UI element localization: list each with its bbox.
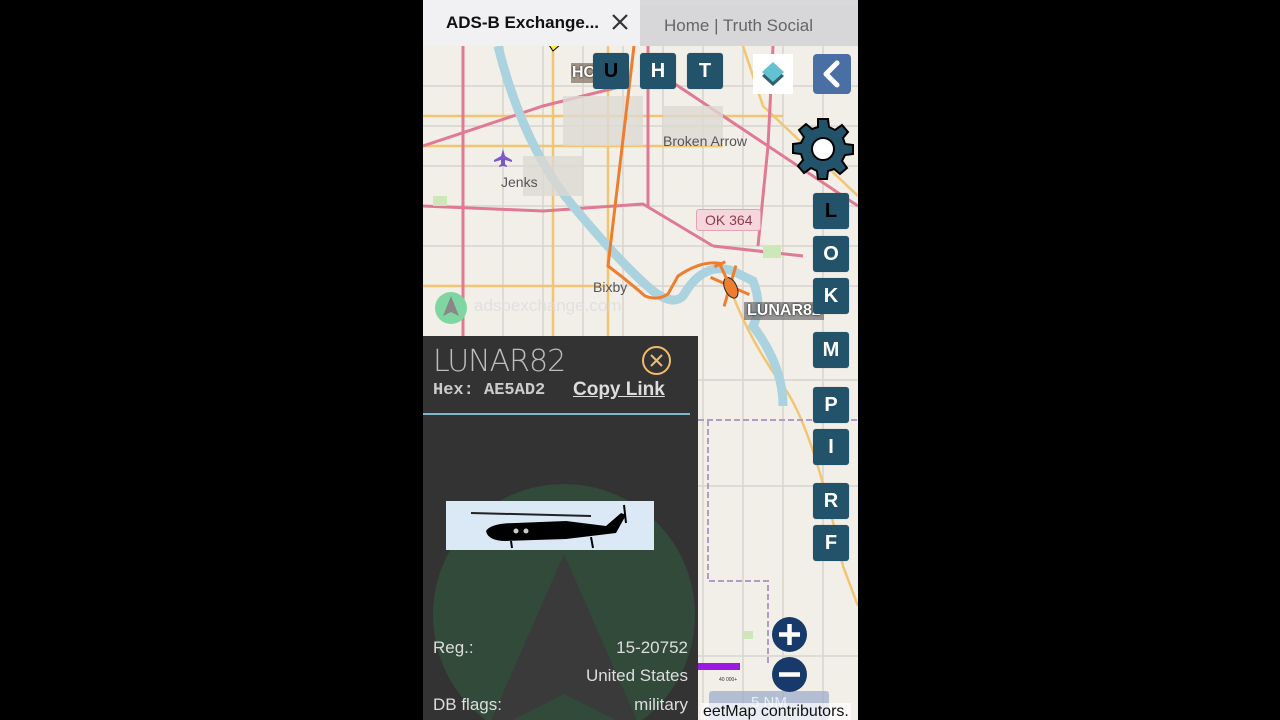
close-panel-button[interactable]	[642, 346, 671, 375]
browser-tab-bar: ADS-B Exchange... Home | Truth Social	[423, 0, 858, 46]
hex-field: Hex: AE5AD2	[433, 381, 545, 400]
road-shield-ok364: OK 364	[696, 209, 762, 231]
country-value: United States	[585, 666, 688, 685]
aircraft-info-panel: LUNAR82 Hex: AE5AD2 Copy Link Reg.: 15-2…	[423, 336, 698, 720]
layers-button[interactable]	[753, 54, 793, 94]
toggle-button-k[interactable]: K	[813, 278, 849, 314]
aircraft-photo[interactable]	[446, 501, 654, 550]
toggle-button-p[interactable]: P	[813, 387, 849, 423]
settings-button[interactable]	[790, 116, 856, 182]
db-flags-label: DB flags:	[433, 695, 502, 714]
db-flags-value: military	[634, 695, 688, 714]
hex-label: Hex:	[433, 381, 474, 400]
minus-icon	[779, 672, 800, 677]
zoom-out-button[interactable]	[772, 657, 807, 692]
phone-screen: ADS-B Exchange... Home | Truth Social Br…	[423, 0, 858, 720]
tab-truth-social[interactable]: Home | Truth Social	[640, 6, 858, 46]
altitude-legend-bar	[698, 663, 740, 670]
chevron-left-icon	[823, 60, 840, 88]
plus-icon	[779, 624, 800, 645]
aircraft-label[interactable]: LUNAR82	[744, 302, 824, 320]
copy-link-button[interactable]: Copy Link	[573, 379, 665, 401]
close-icon[interactable]	[610, 12, 630, 32]
layers-icon	[762, 62, 784, 86]
zoom-in-button[interactable]	[772, 617, 807, 652]
toggle-button-l[interactable]: L	[813, 193, 849, 229]
divider	[423, 413, 690, 415]
map-label-broken-arrow: Broken Arrow	[663, 133, 748, 149]
tab-label: ADS-B Exchange...	[446, 13, 600, 32]
altitude-legend-label: 40 000+	[719, 677, 738, 683]
helicopter-silhouette-icon	[470, 504, 627, 549]
reg-label: Reg.:	[433, 638, 474, 657]
toggle-button-h[interactable]: H	[640, 53, 676, 89]
tab-adsb-exchange[interactable]: ADS-B Exchange...	[423, 0, 640, 46]
gear-icon	[792, 118, 854, 180]
map-label-bixby: Bixby	[593, 279, 628, 295]
toggle-button-r[interactable]: R	[813, 483, 849, 519]
toggle-button-u[interactable]: U	[593, 53, 629, 89]
callsign-title: LUNAR82	[433, 344, 566, 379]
reg-value: 15-20752	[616, 638, 688, 657]
watermark: adsbexchange.com	[474, 296, 622, 315]
close-icon	[650, 354, 663, 367]
toggle-button-o[interactable]: O	[813, 236, 849, 272]
hex-value: AE5AD2	[484, 381, 546, 400]
collapse-sidebar-button[interactable]	[813, 54, 851, 94]
toggle-button-i[interactable]: I	[813, 429, 849, 465]
toggle-button-m[interactable]: M	[813, 332, 849, 368]
toggle-button-t[interactable]: T	[687, 53, 723, 89]
map-label-jenks: Jenks	[501, 174, 538, 190]
toggle-button-f[interactable]: F	[813, 525, 849, 561]
tab-label: Home | Truth Social	[664, 16, 813, 35]
map-attribution[interactable]: eetMap contributors.	[701, 703, 851, 720]
